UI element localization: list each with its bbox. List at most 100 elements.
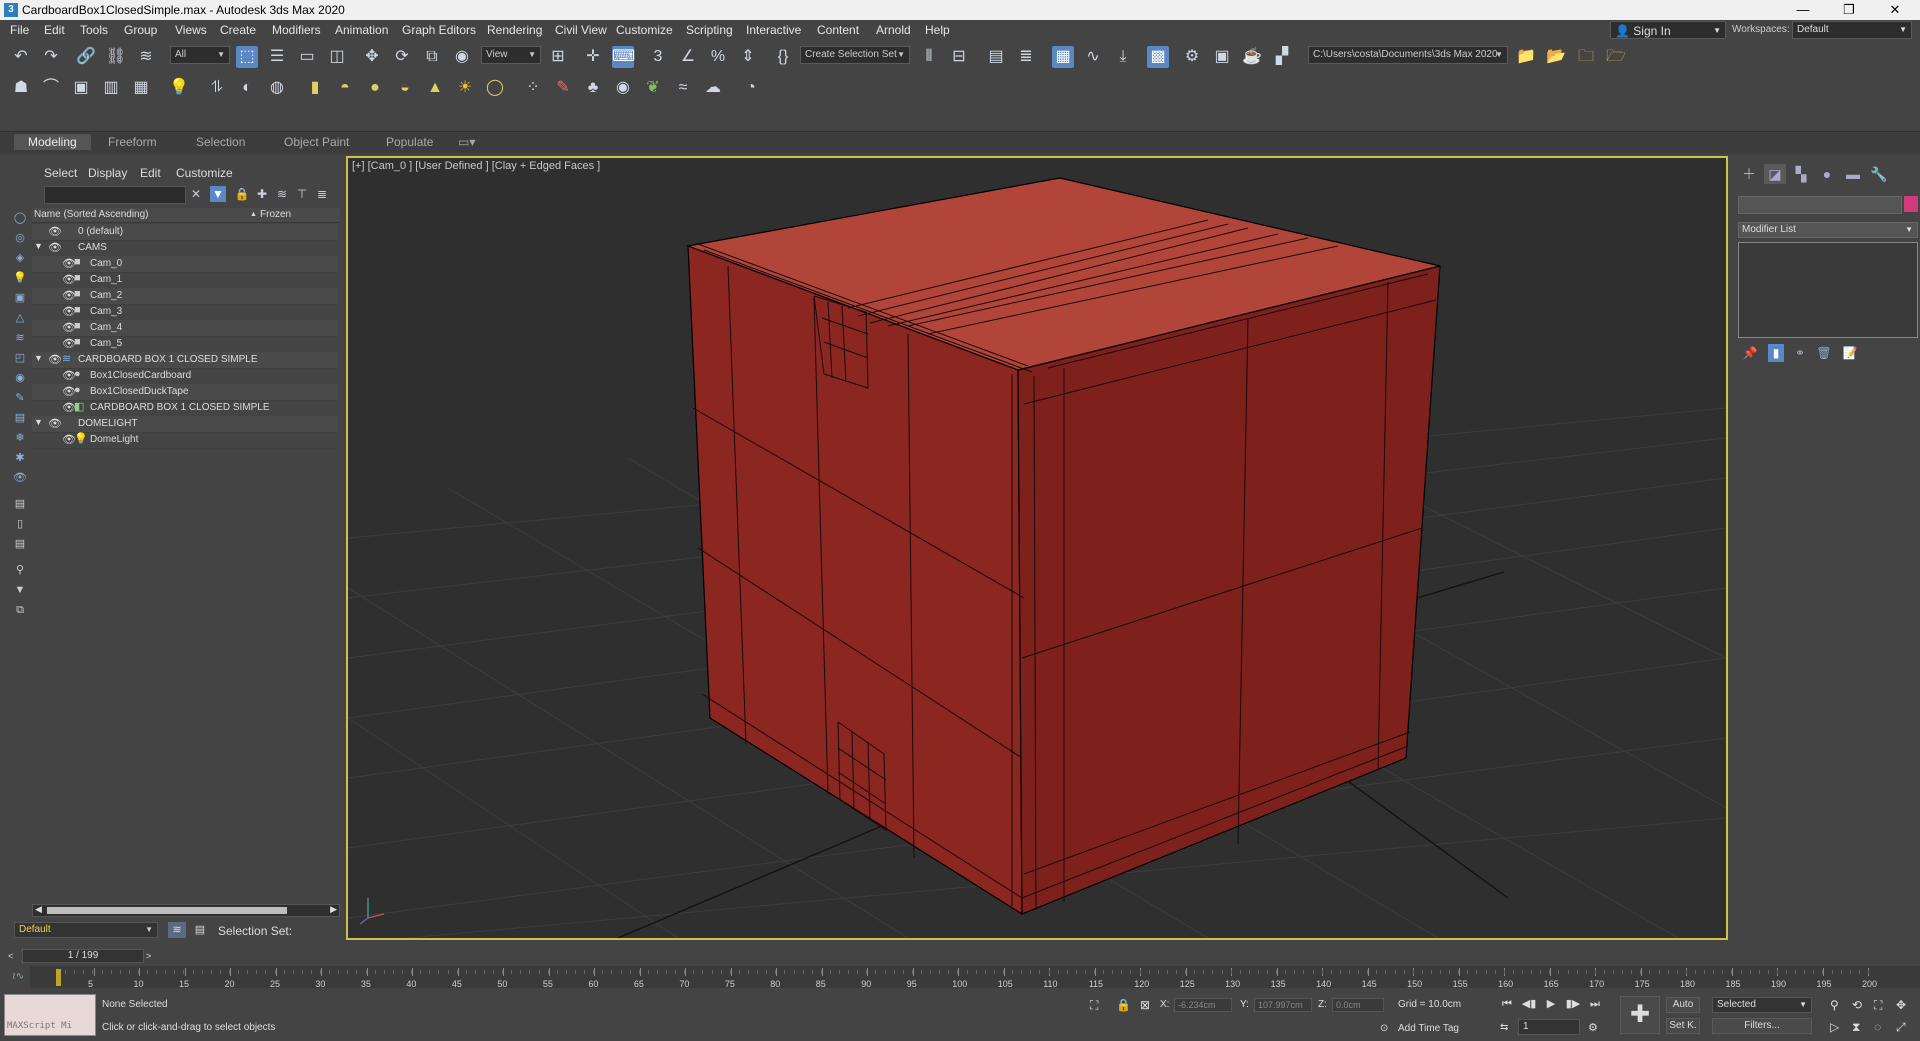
containers-filter-icon[interactable]: ▤: [12, 410, 28, 426]
tab-modeling[interactable]: Modeling: [14, 134, 91, 150]
tree-row[interactable]: 👁 ■ Cam_2: [32, 288, 338, 305]
orbit-sub-icon[interactable]: ◌: [1874, 1020, 1881, 1034]
filter-icon[interactable]: ▼: [12, 582, 28, 598]
explorer-horizontal-scrollbar[interactable]: ◀ ▶: [32, 904, 340, 917]
clear-search-icon[interactable]: ✕: [188, 186, 204, 202]
disc-primitive-icon[interactable]: ◒: [394, 77, 416, 99]
column-frozen[interactable]: Frozen: [260, 209, 291, 220]
track-bar[interactable]: ≀∿ 5 10 15 20 25 30 35 40 45 50 55 60 65 70 75 80 85 90 95…: [12, 966, 1920, 989]
create-tab-icon[interactable]: ＋: [1738, 164, 1760, 184]
utilities-tab-icon[interactable]: 🔧: [1868, 164, 1890, 184]
tree-row[interactable]: 👁 ● Box1ClosedDuckTape: [32, 384, 338, 401]
go-to-start-icon[interactable]: ⏮: [1498, 996, 1516, 1012]
menu-arnold[interactable]: Arnold: [876, 23, 911, 37]
shapes-filter-icon[interactable]: ◈: [12, 250, 28, 266]
explorer-menu-customize[interactable]: Customize: [176, 166, 233, 180]
time-config-icon[interactable]: ⚙: [1588, 1021, 1598, 1034]
menu-animation[interactable]: Animation: [335, 23, 388, 37]
sky-light-icon[interactable]: ◯: [484, 77, 506, 99]
current-frame-field[interactable]: 1: [1518, 1019, 1580, 1035]
wand-icon[interactable]: ⚲: [12, 562, 28, 578]
pan-icon[interactable]: ✥: [1896, 998, 1906, 1012]
render-production-icon[interactable]: ☕: [1241, 46, 1263, 68]
object-name-field[interactable]: [1738, 196, 1902, 214]
add-time-tag[interactable]: Add Time Tag: [1398, 1023, 1459, 1034]
render-sphere-icon[interactable]: ◔: [740, 77, 762, 99]
render-setup-icon[interactable]: ⚙: [1181, 46, 1203, 68]
dome-primitive-icon[interactable]: ◓: [334, 77, 356, 99]
collapse-icon[interactable]: ▼: [34, 353, 43, 363]
twist-icon[interactable]: ◍: [266, 77, 288, 99]
open-folder-icon[interactable]: 📂: [1545, 46, 1567, 68]
key-mode-dropdown[interactable]: Selected ▼: [1712, 997, 1812, 1013]
eye-icon[interactable]: 👁: [48, 241, 62, 254]
bind-space-warp-icon[interactable]: ≋: [135, 46, 157, 68]
menu-help[interactable]: Help: [925, 23, 950, 37]
globe-icon[interactable]: ◉: [612, 77, 634, 99]
layers-icon[interactable]: ⧉: [12, 602, 28, 618]
edit-named-selection-icon[interactable]: {}: [772, 46, 794, 68]
zoom-icon[interactable]: ⚲: [1830, 998, 1839, 1012]
tree-row[interactable]: 👁 0 (default): [32, 224, 338, 241]
modifier-list-dropdown[interactable]: Modifier List ▼: [1738, 222, 1918, 238]
isolate-icon[interactable]: ⛶: [1090, 998, 1098, 1013]
menu-tools[interactable]: Tools: [80, 23, 108, 37]
x-coordinate-field[interactable]: -6.234cm: [1174, 998, 1232, 1012]
scrollbar-thumb[interactable]: [47, 907, 287, 914]
key-filters-button[interactable]: Filters...: [1712, 1018, 1812, 1034]
collapse-icon[interactable]: ▼: [34, 241, 43, 251]
z-coordinate-field[interactable]: 0.0cm: [1332, 998, 1384, 1012]
modifier-stack[interactable]: [1738, 242, 1918, 338]
tree-row[interactable]: 👁 ■ Cam_4: [32, 320, 338, 337]
tree-row[interactable]: 👁 ■ Cam_0: [32, 256, 338, 273]
restore-button[interactable]: ❐: [1826, 0, 1872, 20]
menu-customize[interactable]: Customize: [616, 23, 673, 37]
filter-toggle-icon[interactable]: ▼: [210, 186, 226, 202]
display-none-icon[interactable]: ◯: [12, 210, 28, 226]
doc-icon[interactable]: ▤: [12, 536, 28, 552]
menu-graph-editors[interactable]: Graph Editors: [402, 23, 476, 37]
select-by-name-icon[interactable]: ☰: [266, 46, 288, 68]
particles-icon[interactable]: ⁘: [522, 77, 544, 99]
tree-row[interactable]: 👁 ● Box1ClosedCardboard: [32, 368, 338, 385]
tree-row[interactable]: ▼ 👁 ≋ CARDBOARD BOX 1 CLOSED SIMPLE: [32, 352, 338, 369]
tab-selection[interactable]: Selection: [196, 135, 245, 149]
eye-icon[interactable]: 👁: [48, 353, 62, 366]
window-crossing-icon[interactable]: ◫: [326, 46, 348, 68]
cone-primitive-icon[interactable]: ▲: [424, 77, 446, 99]
place-icon[interactable]: ◉: [451, 46, 473, 68]
rectangular-selection-icon[interactable]: ▭: [296, 46, 318, 68]
grid-icon[interactable]: ▦: [130, 77, 152, 99]
eye-icon[interactable]: 👁: [48, 225, 62, 238]
field-of-view-icon[interactable]: ▷: [1830, 1020, 1839, 1034]
snaps-toggle-icon[interactable]: 3: [647, 46, 669, 68]
layers-sort-icon[interactable]: ≋: [274, 186, 290, 202]
select-manipulate-icon[interactable]: ✛: [582, 46, 604, 68]
configure-modifier-sets-icon[interactable]: 📝: [1842, 344, 1858, 362]
material-editor-icon[interactable]: ▩: [1147, 46, 1169, 68]
layer-explorer-icon[interactable]: ▤: [985, 46, 1007, 68]
geometry-filter-icon[interactable]: ◎: [12, 230, 28, 246]
sun-light-icon[interactable]: ☀: [454, 77, 476, 99]
viewport-camera[interactable]: [+] [Cam_0 ] [User Defined ] [Clay + Edg…: [346, 156, 1728, 940]
eye-icon[interactable]: 👁: [48, 417, 62, 430]
curve-editor-icon[interactable]: ∿: [1082, 46, 1104, 68]
selection-filter-dropdown[interactable]: All ▼: [170, 46, 230, 64]
keyboard-shortcut-override-icon[interactable]: ⌨: [612, 46, 635, 68]
frozen-filter-icon[interactable]: ❄: [12, 430, 28, 446]
time-prev-icon[interactable]: <: [8, 949, 20, 963]
y-coordinate-field[interactable]: 107.997cm: [1254, 998, 1312, 1012]
menu-scripting[interactable]: Scripting: [686, 23, 733, 37]
named-selection-dropdown[interactable]: Create Selection Set ▼: [800, 46, 910, 64]
project-folder-icon[interactable]: 📁: [1515, 46, 1537, 68]
page-icon[interactable]: ▯: [12, 516, 28, 532]
tree-row[interactable]: ▼ 👁 DOMELIGHT: [32, 416, 338, 433]
workspaces-dropdown[interactable]: Default ▼: [1792, 21, 1912, 39]
tree-row[interactable]: 👁 ◧ CARDBOARD BOX 1 CLOSED SIMPLE: [32, 400, 338, 417]
object-color-swatch[interactable]: [1904, 196, 1918, 212]
fur-icon[interactable]: ≈: [672, 77, 694, 99]
tab-object-paint[interactable]: Object Paint: [284, 135, 349, 149]
list-icon[interactable]: ▤: [12, 496, 28, 512]
tree-row[interactable]: 👁 💡 DomeLight: [32, 432, 338, 449]
set-project-folder-icon[interactable]: 🗀: [1575, 46, 1597, 68]
